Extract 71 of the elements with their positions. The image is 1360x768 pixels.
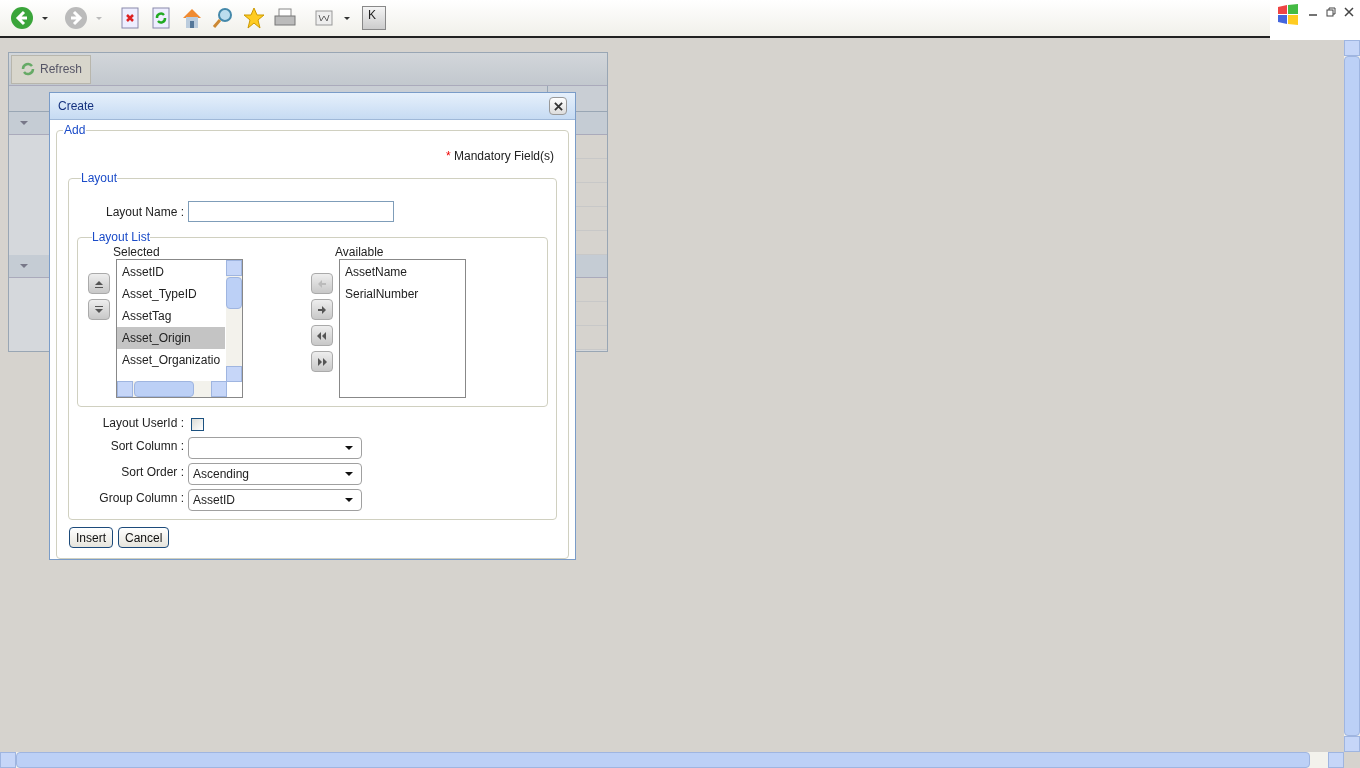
expand-arrow-icon[interactable] — [20, 262, 28, 270]
refresh-icon — [20, 61, 36, 77]
search-icon[interactable] — [211, 6, 235, 30]
list-option[interactable]: AssetTag — [117, 305, 225, 327]
move-down-button[interactable] — [88, 299, 110, 320]
move-all-right-button[interactable] — [311, 351, 333, 372]
windows-logo-icon — [1276, 3, 1300, 27]
section-legend: Layout List — [92, 228, 151, 246]
list-option[interactable]: Asset_Origin — [117, 327, 225, 349]
move-right-button[interactable] — [311, 299, 333, 320]
scroll-up-button[interactable] — [226, 260, 242, 276]
list-option[interactable]: Asset_TypeID — [117, 283, 225, 305]
field-label: Layout UserId : — [101, 415, 185, 432]
scroll-thumb[interactable] — [1344, 56, 1360, 736]
stop-icon[interactable] — [118, 6, 142, 30]
list-option[interactable]: AssetID — [117, 261, 225, 283]
field-label: Sort Order : — [120, 464, 185, 481]
scroll-left-button[interactable] — [117, 381, 133, 397]
scroll-left-button[interactable] — [0, 752, 16, 768]
refresh-button[interactable]: Refresh — [11, 54, 92, 84]
back-icon[interactable] — [10, 6, 34, 30]
star-icon[interactable] — [242, 6, 266, 30]
caret-icon — [95, 14, 103, 22]
dropdown[interactable] — [188, 437, 362, 459]
mandatory-note: * Mandatory Field(s) — [445, 148, 554, 165]
caret-icon — [345, 496, 353, 504]
move-left-button[interactable] — [311, 273, 333, 294]
list-heading: Selected — [113, 246, 161, 259]
layout-name-field[interactable] — [188, 201, 394, 222]
section-legend: Add — [63, 121, 87, 139]
field-label: Layout Name : — [104, 203, 185, 221]
field-label: Group Column : — [98, 490, 185, 507]
caret-icon — [345, 444, 353, 452]
close-icon[interactable] — [1344, 7, 1354, 17]
move-all-right-arrow-icon — [316, 355, 328, 368]
dialog-button[interactable]: Insert — [69, 527, 113, 548]
move-right-arrow-icon — [316, 303, 328, 316]
layout-userid-checkbox[interactable] — [191, 418, 204, 431]
caret-icon[interactable] — [41, 14, 49, 22]
field-label: Sort Column : — [109, 438, 185, 455]
scroll-down-button[interactable] — [226, 366, 242, 382]
scroll-thumb[interactable] — [16, 752, 1310, 768]
list-option[interactable]: AssetName — [340, 261, 465, 283]
dialog-button[interactable]: Cancel — [118, 527, 170, 548]
scroll-up-button[interactable] — [1344, 40, 1360, 56]
scroll-down-button[interactable] — [1344, 736, 1360, 752]
forward-icon[interactable] — [64, 6, 88, 30]
caret-icon — [345, 470, 353, 478]
move-all-left-button[interactable] — [311, 325, 333, 346]
refresh-icon[interactable] — [149, 6, 173, 30]
restore-icon[interactable] — [1326, 7, 1336, 17]
dropdown[interactable]: AssetID — [188, 489, 362, 511]
section-legend: Layout — [81, 169, 118, 187]
vertical-scrollbar[interactable] — [226, 260, 242, 382]
horizontal-scrollbar[interactable] — [117, 381, 227, 397]
caret-icon[interactable] — [343, 14, 351, 22]
scroll-thumb[interactable] — [134, 381, 194, 397]
expand-arrow-icon[interactable] — [20, 119, 28, 127]
move-down-arrow-icon — [93, 303, 105, 316]
scroll-right-button[interactable] — [1328, 752, 1344, 768]
close-icon — [553, 101, 563, 111]
scroll-thumb[interactable] — [226, 277, 242, 309]
scroll-right-button[interactable] — [211, 381, 227, 397]
move-up-button[interactable] — [88, 273, 110, 294]
list-option[interactable]: Asset_Organizatio — [117, 349, 225, 371]
key-button[interactable]: K — [362, 6, 386, 30]
list-heading: Available — [335, 246, 385, 259]
dropdown[interactable]: Ascending — [188, 463, 362, 485]
close-button[interactable] — [549, 97, 567, 115]
dialog-title: Create — [58, 98, 95, 115]
list-option[interactable]: SerialNumber — [340, 283, 465, 305]
